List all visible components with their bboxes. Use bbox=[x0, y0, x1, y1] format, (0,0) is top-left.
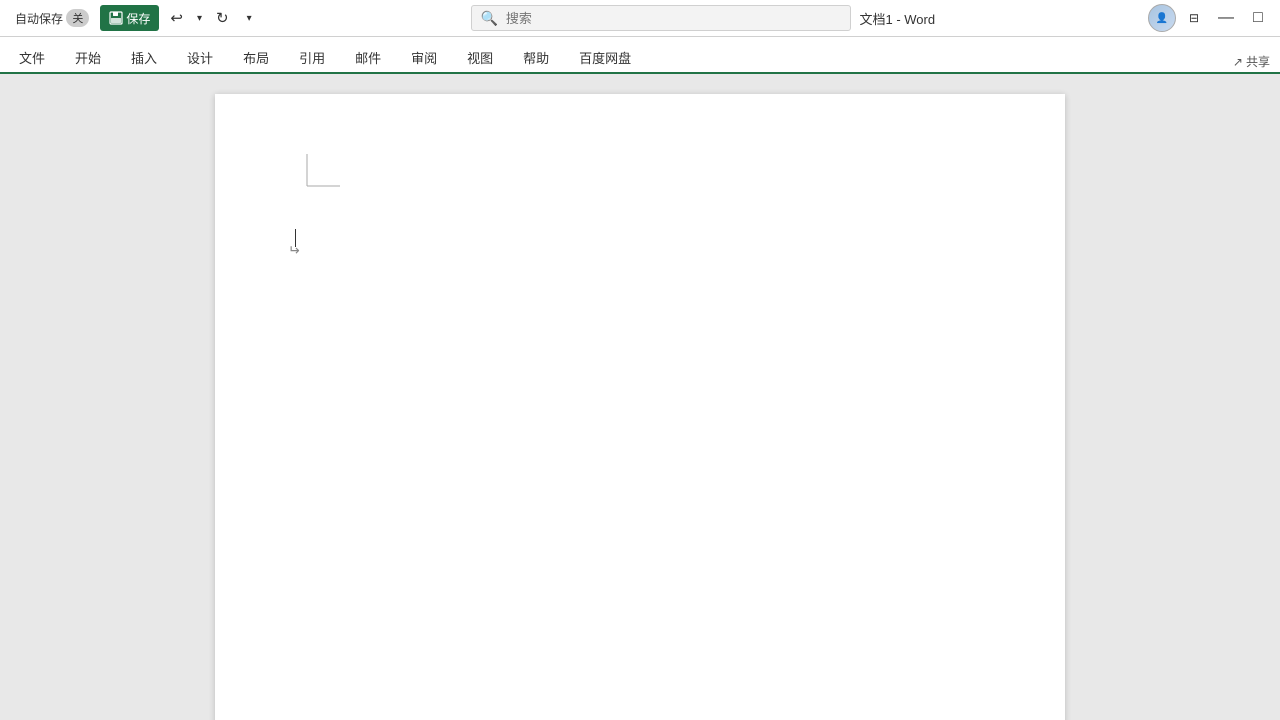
search-input[interactable] bbox=[506, 11, 851, 26]
tab-view[interactable]: 视图 bbox=[452, 40, 508, 73]
ribbon-display-options-button[interactable]: ⊟ bbox=[1180, 4, 1208, 32]
title-bar: 自动保存 关 保存 ↩ ▾ ↻ ▾ 🔍 文档1 - Word bbox=[0, 0, 1280, 37]
share-icon: ↗ bbox=[1233, 55, 1243, 69]
save-icon bbox=[109, 11, 123, 25]
tab-insert[interactable]: 插入 bbox=[116, 40, 172, 73]
redo-button[interactable]: ↻ bbox=[209, 4, 236, 32]
avatar[interactable]: 👤 bbox=[1148, 4, 1176, 32]
quick-access-toolbar: 自动保存 关 保存 ↩ ▾ ↻ ▾ bbox=[8, 4, 259, 32]
minimize-button[interactable]: — bbox=[1212, 4, 1240, 32]
customize-qat-button[interactable]: ▾ bbox=[240, 4, 259, 32]
margin-corner-top-left bbox=[275, 154, 340, 219]
save-label: 保存 bbox=[126, 10, 150, 27]
autosave-label: 自动保存 bbox=[15, 10, 63, 27]
share-label: 共享 bbox=[1246, 53, 1270, 70]
tab-help[interactable]: 帮助 bbox=[508, 40, 564, 73]
ribbon-tabs: 文件 开始 插入 设计 布局 引用 邮件 审阅 视图 帮助 百度网盘 ↗ 共享 bbox=[0, 37, 1280, 74]
title-center: 🔍 文档1 - Word bbox=[263, 5, 1144, 31]
autosave-toggle[interactable]: 自动保存 关 bbox=[8, 4, 96, 32]
share-button[interactable]: ↗ 共享 bbox=[1227, 51, 1276, 72]
document-page[interactable]: ↵ bbox=[215, 94, 1065, 720]
ribbon-right-actions: ↗ 共享 bbox=[1227, 51, 1276, 72]
window-title: 文档1 - Word bbox=[859, 9, 935, 28]
tab-file[interactable]: 文件 bbox=[4, 40, 60, 73]
search-box: 🔍 bbox=[471, 5, 851, 31]
maximize-button[interactable]: □ bbox=[1244, 4, 1272, 32]
text-cursor bbox=[295, 229, 296, 247]
document-area[interactable]: ↵ bbox=[0, 74, 1280, 720]
tab-baidu[interactable]: 百度网盘 bbox=[564, 40, 646, 73]
tab-layout[interactable]: 布局 bbox=[228, 40, 284, 73]
tab-mailing[interactable]: 邮件 bbox=[340, 40, 396, 73]
undo-dropdown-button[interactable]: ▾ bbox=[194, 4, 205, 32]
autosave-status: 关 bbox=[66, 9, 89, 27]
tab-references[interactable]: 引用 bbox=[284, 40, 340, 73]
save-button[interactable]: 保存 bbox=[100, 5, 159, 31]
undo-button[interactable]: ↩ bbox=[163, 4, 190, 32]
paragraph-mark: ↵ bbox=[288, 242, 300, 259]
title-right-controls: 👤 ⊟ — □ bbox=[1148, 4, 1272, 32]
tab-design[interactable]: 设计 bbox=[172, 40, 228, 73]
tab-review[interactable]: 审阅 bbox=[396, 40, 452, 73]
search-icon: 🔍 bbox=[472, 10, 505, 27]
tab-home[interactable]: 开始 bbox=[60, 40, 116, 73]
